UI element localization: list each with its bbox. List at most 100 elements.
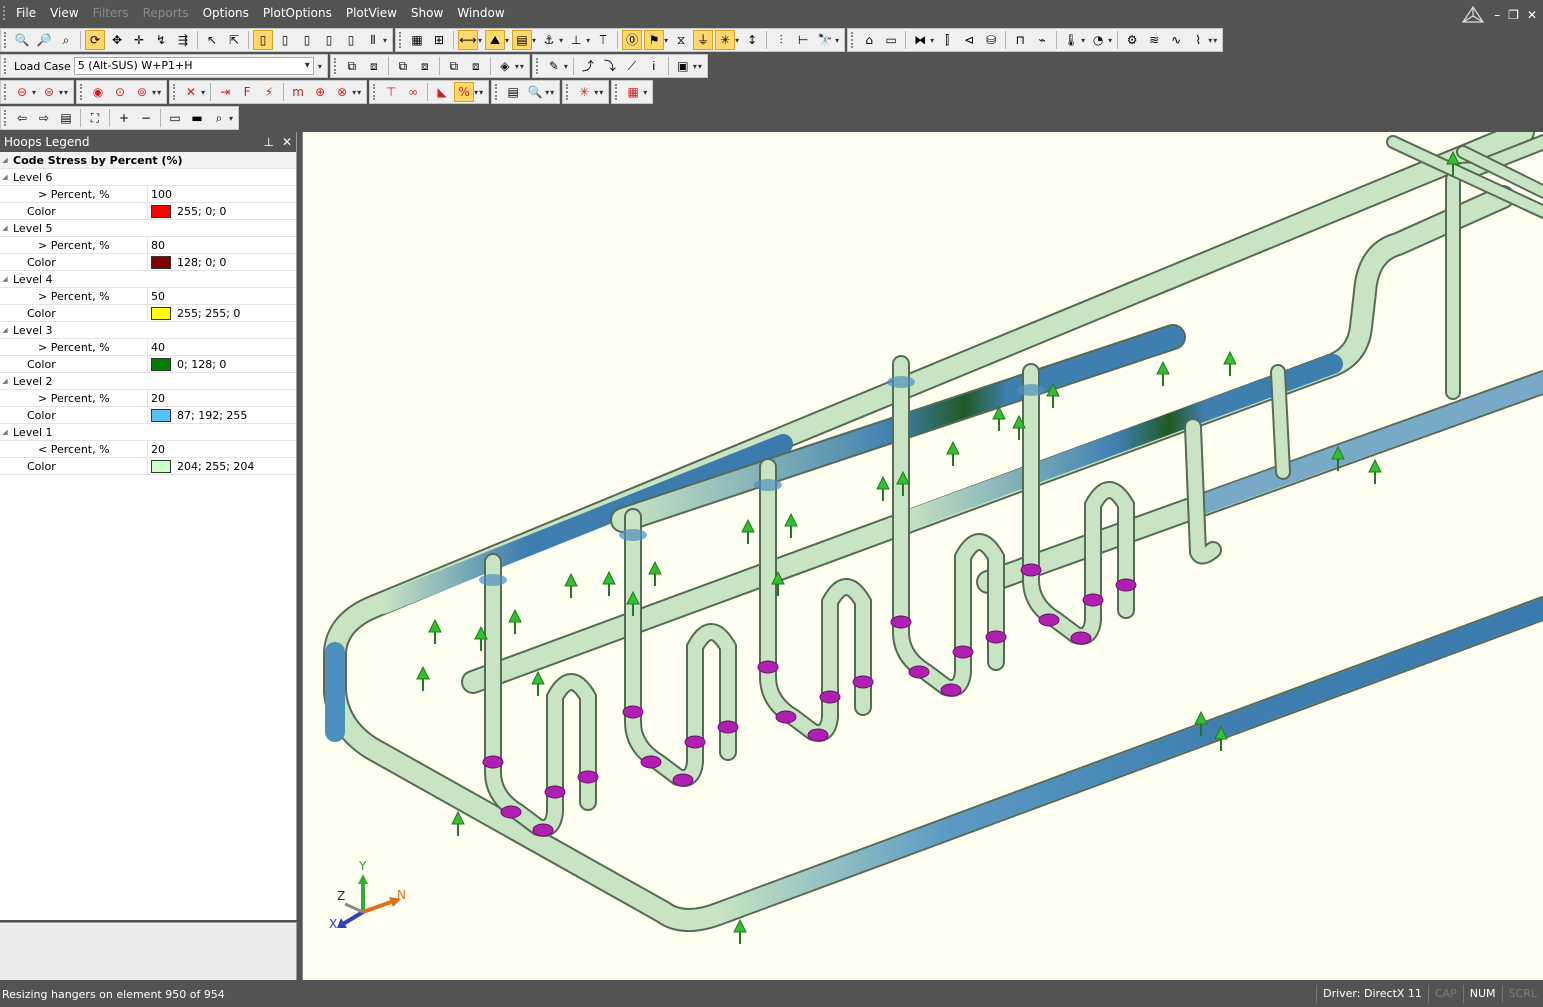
dimension-icon[interactable]: ⟷ — [458, 30, 479, 50]
loads-icon[interactable]: ⚙ — [1122, 30, 1142, 50]
toolbar-grip[interactable] — [4, 58, 8, 74]
collapse-icon[interactable]: ◢ — [0, 377, 10, 385]
moment-z-icon[interactable]: ⊗ — [332, 82, 352, 102]
pipe-bars-icon[interactable]: ⦀ — [363, 30, 383, 50]
camera-icon[interactable]: ⌂ — [859, 30, 879, 50]
table-icon[interactable]: ⊞ — [429, 30, 449, 50]
hanger-icon[interactable]: ⟙ — [593, 30, 613, 50]
collapse-icon[interactable]: ◢ — [0, 326, 10, 334]
color-value[interactable]: 0; 128; 0 — [177, 358, 226, 371]
magnifier-icon[interactable]: 🔍 — [525, 82, 545, 102]
wave-icon[interactable]: ∿ — [1166, 30, 1186, 50]
grid-icon[interactable]: ▦ — [407, 30, 427, 50]
pan-icon[interactable]: ✥ — [107, 30, 127, 50]
menu-plotview[interactable]: PlotView — [339, 0, 404, 26]
legend-level[interactable]: ◢ Level 2 — [0, 373, 296, 390]
toolbar-grip[interactable] — [535, 58, 540, 74]
zoom-window-icon[interactable]: 🔍 — [12, 30, 32, 50]
legend-color-row[interactable]: Color 128; 0; 0 — [0, 254, 296, 271]
minimize-icon[interactable]: – — [1494, 8, 1500, 22]
save-icon[interactable]: ▭ — [165, 108, 185, 128]
pencil-icon[interactable]: ✎ — [544, 56, 564, 76]
percent-value[interactable]: 20 — [151, 392, 165, 405]
middle-header-pipe[interactable] — [976, 370, 1543, 594]
hanger-display-icon[interactable]: ⊜ — [39, 82, 59, 102]
piping-model-canvas[interactable]: Y Z X N — [303, 132, 1543, 980]
stress-flag-icon[interactable]: ◣ — [432, 82, 452, 102]
save-all-icon[interactable]: ▬ — [187, 108, 207, 128]
color-swatch[interactable] — [151, 357, 171, 371]
reducer-icon[interactable]: ⊲ — [959, 30, 979, 50]
zoom-extents-icon[interactable]: ⌕ — [56, 30, 76, 50]
binoculars-icon[interactable]: ⛶ — [85, 108, 105, 128]
color-value[interactable]: 128; 0; 0 — [177, 256, 226, 269]
stress-icon[interactable]: ◈ — [495, 56, 515, 76]
nozzle-icon[interactable]: ⌁ — [1032, 30, 1052, 50]
legend-level[interactable]: ◢ Level 1 — [0, 424, 296, 441]
close-icon[interactable]: ✕ — [1527, 8, 1537, 22]
moment-icon[interactable]: m — [288, 82, 308, 102]
pipe-centerline-icon[interactable]: ▯ — [341, 30, 361, 50]
color-value[interactable]: 87; 192; 255 — [177, 409, 247, 422]
pipe-render-icon[interactable]: ▯ — [253, 30, 273, 50]
color-swatch[interactable] — [151, 204, 171, 218]
flag-icon[interactable]: ⚑ — [644, 30, 665, 50]
moments-icon[interactable]: ⧈ — [466, 56, 486, 76]
menu-options[interactable]: Options — [196, 0, 256, 26]
percent-icon[interactable]: % — [454, 82, 475, 102]
animate-stop-icon[interactable]: ⧈ — [415, 56, 435, 76]
forward-icon[interactable]: ⇨ — [34, 108, 54, 128]
select-group-icon[interactable]: ⇱ — [224, 30, 244, 50]
pin-icon[interactable]: ⊥ — [263, 135, 273, 149]
color-value[interactable]: 204; 255; 204 — [177, 460, 254, 473]
zoom-icon[interactable]: 🔎 — [34, 30, 54, 50]
toolbar-grip[interactable] — [615, 84, 619, 100]
moment-y-icon[interactable]: ⊕ — [310, 82, 330, 102]
bend-icon[interactable]: ⤴ — [578, 56, 598, 76]
expansion-joint-icon[interactable]: ⧖ — [671, 30, 691, 50]
displacement-flag-icon[interactable]: ⊚ — [132, 82, 152, 102]
legend-level[interactable]: ◢ Level 3 — [0, 322, 296, 339]
collapse-icon[interactable]: ◢ — [0, 428, 10, 436]
legend-category[interactable]: ◢ Code Stress by Percent (%) — [0, 152, 296, 169]
percent-value[interactable]: 20 — [151, 443, 165, 456]
minus-icon[interactable]: − — [136, 108, 156, 128]
menu-view[interactable]: View — [43, 0, 85, 26]
toolbar-grip[interactable] — [851, 32, 855, 48]
toolbar-grip[interactable] — [173, 84, 177, 100]
text-edit-icon[interactable]: Ꭵ — [644, 56, 664, 76]
color-swatch[interactable] — [151, 459, 171, 473]
plus-icon[interactable]: + — [114, 108, 134, 128]
model-viewport[interactable]: Y Z X N — [302, 132, 1543, 980]
back-icon[interactable]: ⇦ — [12, 108, 32, 128]
print-preview-icon[interactable]: ⌕ — [209, 108, 229, 128]
equipment-icon[interactable]: ⛁ — [981, 30, 1001, 50]
support-icon[interactable]: ⊥ — [566, 30, 586, 50]
legend-percent-row[interactable]: > Percent, % 100 — [0, 186, 296, 203]
toolbar-grip[interactable] — [399, 32, 403, 48]
wind-load-icon[interactable]: ⚡ — [259, 82, 279, 102]
align-icon[interactable]: ⊢ — [793, 30, 813, 50]
restraint-icon[interactable]: ⊖ — [12, 82, 32, 102]
pipe-wire-icon[interactable]: ▯ — [319, 30, 339, 50]
legend-color-row[interactable]: Color 255; 0; 0 — [0, 203, 296, 220]
color-swatch[interactable] — [151, 306, 171, 320]
legend-percent-row[interactable]: < Percent, % 20 — [0, 441, 296, 458]
scale-icon[interactable]: ↕ — [742, 30, 762, 50]
menu-show[interactable]: Show — [404, 0, 450, 26]
animate-icon[interactable]: ⧉ — [393, 56, 413, 76]
deflected-shape-icon[interactable]: ⧉ — [342, 56, 362, 76]
legend-percent-row[interactable]: > Percent, % 40 — [0, 339, 296, 356]
anchor-icon[interactable]: ⚓ — [539, 30, 559, 50]
temperature-icon[interactable]: 🌡 — [1061, 30, 1081, 50]
percent-value[interactable]: 40 — [151, 341, 165, 354]
legend-color-row[interactable]: Color 0; 128; 0 — [0, 356, 296, 373]
legend-level[interactable]: ◢ Level 4 — [0, 271, 296, 288]
flange-icon[interactable]: ⫿ — [937, 30, 957, 50]
percent-value[interactable]: 100 — [151, 188, 172, 201]
percent-value[interactable]: 80 — [151, 239, 165, 252]
displacement-icon[interactable]: ✳ — [715, 30, 736, 50]
menu-file[interactable]: File — [9, 0, 43, 26]
orbit-icon[interactable]: ⟳ — [85, 30, 105, 50]
menu-plotoptions[interactable]: PlotOptions — [256, 0, 339, 26]
